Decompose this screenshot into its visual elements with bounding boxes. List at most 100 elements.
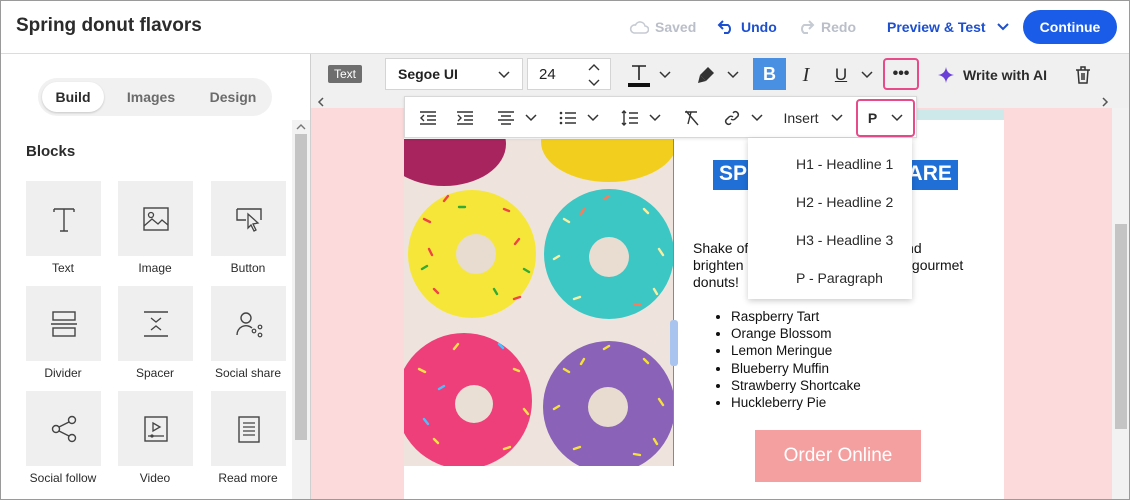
element-type-badge: Text [328, 65, 363, 83]
block-social-share[interactable] [211, 286, 286, 361]
chevron-down-icon [498, 71, 510, 79]
panel-scroll-thumb[interactable] [295, 134, 307, 440]
menu-item-h3[interactable]: H3 - Headline 3 [796, 232, 893, 248]
redo-label: Redo [821, 19, 856, 35]
saved-label: Saved [655, 19, 697, 35]
align-button[interactable] [493, 104, 519, 132]
video-icon [143, 415, 168, 442]
preview-test-button[interactable]: Preview & Test [887, 19, 1010, 35]
chevron-down-icon[interactable] [525, 114, 537, 122]
write-with-ai-label: Write with AI [963, 67, 1047, 83]
chevron-down-icon[interactable] [587, 114, 599, 122]
block-divider[interactable] [26, 286, 101, 361]
write-with-ai-button[interactable]: Write with AI [937, 61, 1047, 89]
undo-button[interactable]: Undo [717, 19, 777, 35]
resize-handle[interactable] [670, 320, 678, 366]
donut-photo [404, 139, 673, 466]
indent-button[interactable] [452, 104, 478, 132]
link-button[interactable] [719, 104, 745, 132]
block-button[interactable] [211, 181, 286, 256]
canvas-scroll-thumb[interactable] [1115, 224, 1127, 429]
outdent-icon [420, 111, 436, 125]
more-options-button[interactable]: ••• [883, 58, 919, 90]
scroll-right-icon[interactable] [1101, 97, 1109, 107]
tab-images[interactable]: Images [116, 82, 186, 112]
chevron-down-icon[interactable] [861, 71, 873, 79]
redo-button[interactable]: Redo [797, 19, 856, 35]
list-item: Blueberry Muffin [731, 360, 861, 377]
indent-icon [457, 111, 473, 125]
chevron-down-icon[interactable] [659, 71, 671, 79]
list-item: Strawberry Shortcake [731, 377, 861, 394]
list-item: Lemon Meringue [731, 342, 861, 359]
flavor-list[interactable]: Raspberry Tart Orange Blossom Lemon Meri… [715, 308, 861, 411]
block-text-label: Text [51, 261, 74, 275]
text-color-button[interactable] [621, 61, 657, 89]
font-size-stepper[interactable]: 24 [527, 58, 611, 90]
scroll-left-icon[interactable] [317, 97, 325, 107]
trash-icon [1076, 66, 1090, 84]
block-spacer[interactable] [118, 286, 193, 361]
clear-format-button[interactable] [679, 104, 705, 132]
undo-icon [717, 20, 731, 34]
chevron-down-icon[interactable] [649, 114, 661, 122]
sparkle-icon [938, 67, 954, 83]
insert-label: Insert [783, 110, 819, 126]
block-text[interactable] [26, 181, 101, 256]
menu-item-paragraph[interactable]: P - Paragraph [796, 270, 883, 286]
chevron-down-icon [830, 114, 843, 122]
continue-button[interactable]: Continue [1023, 10, 1117, 44]
list-item: Huckleberry Pie [731, 394, 861, 411]
tab-design[interactable]: Design [198, 82, 268, 112]
block-video[interactable] [118, 391, 193, 466]
block-social-share-label: Social share [214, 366, 282, 380]
outdent-button[interactable] [415, 104, 441, 132]
font-family-value: Segoe UI [398, 66, 458, 82]
block-image[interactable] [118, 181, 193, 256]
redo-icon [801, 20, 815, 34]
italic-button[interactable]: I [793, 61, 819, 89]
block-video-label: Video [139, 471, 171, 485]
tab-build[interactable]: Build [42, 82, 104, 112]
insert-button[interactable]: Insert [777, 104, 849, 132]
top-bar: Spring donut flavors Saved Undo Redo Pre… [1, 1, 1129, 54]
menu-item-h1[interactable]: H1 - Headline 1 [796, 156, 893, 172]
paragraph-style-button[interactable]: P [856, 99, 915, 137]
share-nodes-icon [51, 415, 76, 442]
preview-label: Preview & Test [887, 19, 986, 35]
left-panel: Build Images Design Blocks Text Image Bu… [1, 54, 311, 499]
list-item: Raspberry Tart [731, 308, 861, 325]
body-line: Shake of [693, 240, 749, 256]
chevron-down-icon[interactable] [727, 71, 739, 79]
clear-format-icon [685, 110, 699, 126]
line-height-button[interactable] [617, 104, 643, 132]
chevron-down-icon [891, 114, 903, 122]
main-toolbar: Text Segoe UI 24 B I U ••• Write with AI [311, 54, 1129, 94]
document-title[interactable]: Spring donut flavors [16, 15, 202, 37]
image-icon [142, 206, 169, 231]
text-icon [52, 207, 75, 232]
delete-button[interactable] [1071, 61, 1095, 89]
highlighter-icon [698, 67, 714, 83]
stepper-arrows-icon[interactable] [588, 63, 600, 87]
body-line: brighten [693, 257, 744, 273]
block-social-follow[interactable] [26, 391, 101, 466]
donut-image[interactable] [404, 139, 674, 466]
highlight-button[interactable] [691, 61, 721, 89]
underline-button[interactable]: U [827, 61, 855, 89]
line-height-icon [621, 110, 638, 126]
bold-button[interactable]: B [753, 58, 786, 90]
spacer-icon [143, 310, 168, 337]
block-button-label: Button [230, 261, 266, 275]
blocks-heading: Blocks [26, 143, 76, 160]
list-button[interactable] [555, 104, 581, 132]
menu-item-h2[interactable]: H2 - Headline 2 [796, 194, 893, 210]
chevron-down-icon[interactable] [751, 114, 763, 122]
link-icon [724, 110, 740, 126]
block-image-label: Image [138, 261, 172, 275]
chevron-down-icon [996, 23, 1009, 31]
order-online-button[interactable]: Order Online [755, 430, 921, 482]
scroll-up-icon[interactable] [296, 123, 306, 131]
block-read-more[interactable] [211, 391, 286, 466]
font-family-select[interactable]: Segoe UI [385, 58, 523, 90]
